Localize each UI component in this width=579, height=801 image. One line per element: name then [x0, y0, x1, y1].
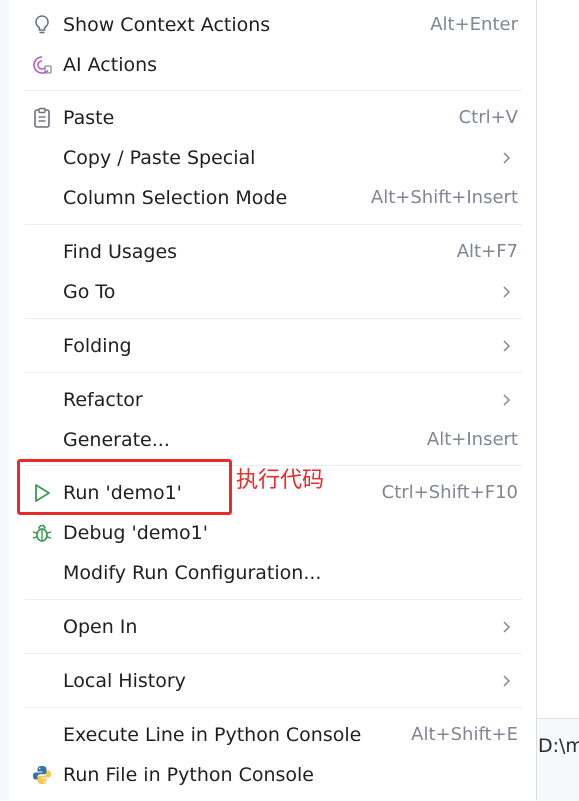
menu-separator [25, 90, 522, 91]
menu-item-label: Folding [63, 335, 132, 357]
menu-item-local-history[interactable]: Local History [9, 661, 536, 701]
menu-item-generate[interactable]: Generate... Alt+Insert [9, 420, 536, 460]
menu-item-column-selection-mode[interactable]: Column Selection Mode Alt+Shift+Insert [9, 178, 536, 218]
menu-item-shortcut: Alt+Enter [430, 14, 518, 35]
background-panel [537, 718, 579, 801]
menu-item-shortcut: Alt+Shift+Insert [370, 187, 518, 208]
menu-item-label: Find Usages [63, 241, 178, 263]
menu-item-label: Modify Run Configuration... [63, 562, 322, 584]
annotation-highlight-box [17, 459, 232, 515]
chevron-right-icon [503, 152, 511, 164]
python-icon [30, 763, 54, 787]
menu-item-shortcut: Alt+F7 [456, 241, 518, 262]
ai-assistant-icon [30, 53, 54, 77]
menu-item-label: Go To [63, 281, 116, 303]
menu-item-label: Open In [63, 616, 138, 638]
menu-item-find-usages[interactable]: Find Usages Alt+F7 [9, 232, 536, 272]
menu-item-debug-demo1[interactable]: Debug 'demo1' [9, 513, 536, 553]
menu-item-label: Copy / Paste Special [63, 147, 256, 169]
menu-item-shortcut: Ctrl+Shift+F10 [381, 482, 518, 503]
menu-item-label: Execute Line in Python Console [63, 724, 362, 746]
menu-separator [25, 224, 522, 225]
menu-item-label: Debug 'demo1' [63, 522, 208, 544]
menu-item-label: Column Selection Mode [63, 187, 288, 209]
menu-item-paste[interactable]: Paste Ctrl+V [9, 98, 536, 138]
menu-item-label: Refactor [63, 389, 143, 411]
menu-item-ai-actions[interactable]: AI Actions [9, 45, 536, 85]
menu-item-label: Show Context Actions [63, 14, 271, 36]
background-path-text: D:\m [538, 735, 579, 757]
menu-separator [25, 372, 522, 373]
menu-item-go-to[interactable]: Go To [9, 272, 536, 312]
menu-item-refactor[interactable]: Refactor [9, 380, 536, 420]
menu-item-execute-line-python-console[interactable]: Execute Line in Python Console Alt+Shift… [9, 715, 536, 755]
menu-item-open-in[interactable]: Open In [9, 607, 536, 647]
menu-item-modify-run-configuration[interactable]: Modify Run Configuration... [9, 553, 536, 593]
menu-item-label: AI Actions [63, 54, 158, 76]
chevron-right-icon [503, 675, 511, 687]
menu-item-label: Paste [63, 107, 115, 129]
chevron-right-icon [503, 340, 511, 352]
menu-item-shortcut: Alt+Shift+E [411, 724, 518, 745]
menu-item-shortcut: Ctrl+V [458, 107, 518, 128]
menu-item-label: Generate... [63, 429, 170, 451]
menu-item-run-file-python-console[interactable]: Run File in Python Console [9, 755, 536, 795]
menu-separator [25, 707, 522, 708]
chevron-right-icon [503, 394, 511, 406]
menu-separator [25, 318, 522, 319]
debug-bug-icon [30, 521, 54, 545]
menu-separator [25, 653, 522, 654]
menu-item-folding[interactable]: Folding [9, 326, 536, 366]
menu-item-label: Local History [63, 670, 186, 692]
menu-item-shortcut: Alt+Insert [426, 429, 518, 450]
editor-context-menu: Show Context Actions Alt+Enter AI Action… [9, 0, 537, 800]
chevron-right-icon [503, 621, 511, 633]
lightbulb-icon [30, 13, 54, 37]
menu-item-label: Run File in Python Console [63, 764, 314, 786]
clipboard-icon [30, 106, 54, 130]
annotation-text: 执行代码 [236, 468, 325, 493]
menu-item-show-context-actions[interactable]: Show Context Actions Alt+Enter [9, 5, 536, 45]
chevron-right-icon [503, 286, 511, 298]
menu-separator [25, 599, 522, 600]
menu-item-copy-paste-special[interactable]: Copy / Paste Special [9, 138, 536, 178]
